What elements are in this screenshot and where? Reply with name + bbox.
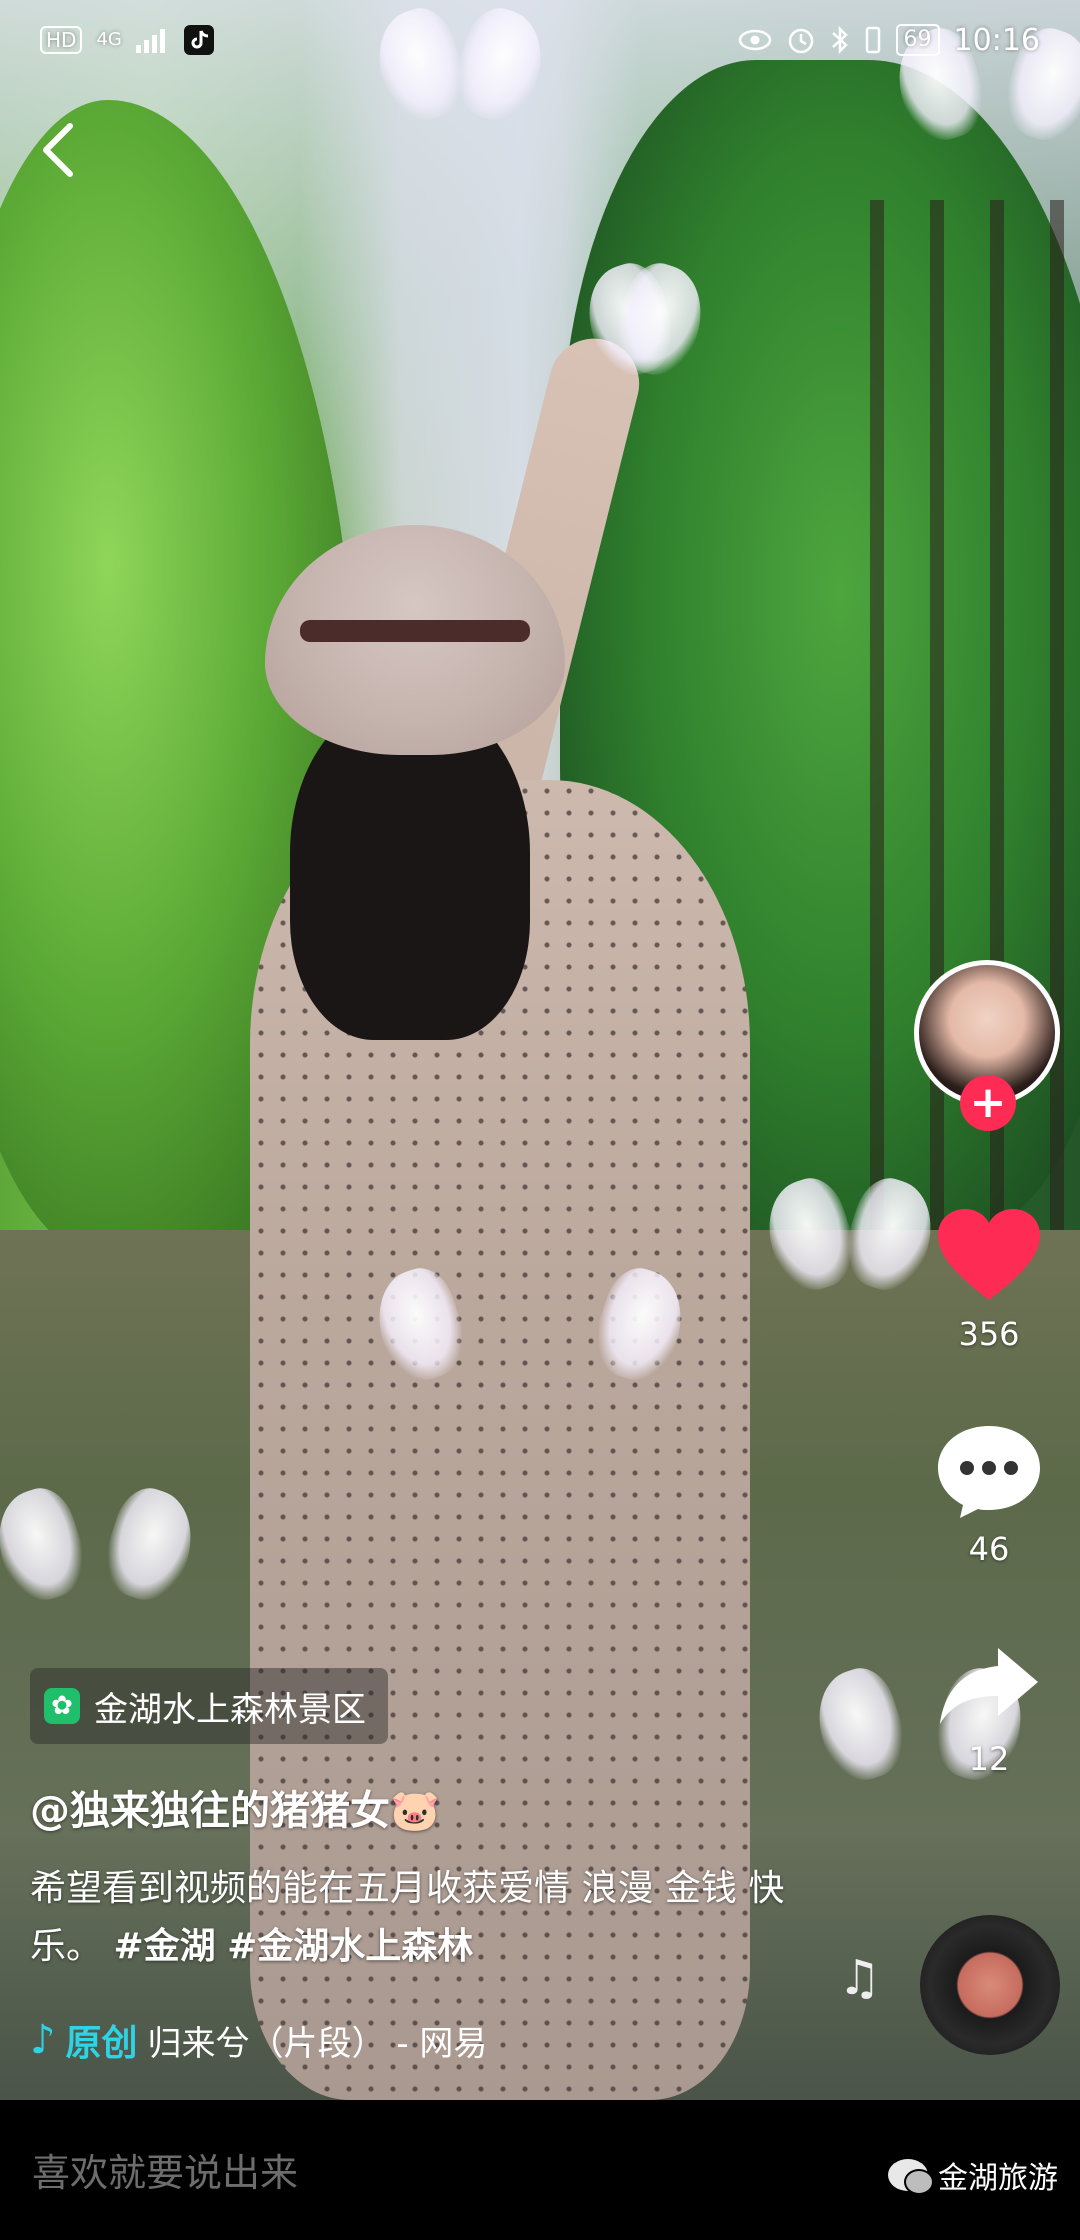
location-tag[interactable]: ✿ 金湖水上森林景区 [30, 1668, 388, 1744]
music-info[interactable]: ♪ 原创 归来兮（片段） - 网易 [30, 2010, 590, 2070]
comment-button[interactable]: 46 [909, 1420, 1069, 1568]
alarm-icon [788, 28, 813, 54]
share-count: 12 [968, 1740, 1010, 1778]
status-bar: HD 4G 69 10:16 [0, 0, 1080, 80]
back-icon [43, 123, 73, 177]
hashtag[interactable]: #金湖 [113, 1926, 215, 1967]
like-count: 356 [958, 1315, 1020, 1353]
signal-icon [135, 29, 165, 53]
network-indicator: 4G [96, 29, 122, 50]
share-arrow-icon [940, 1648, 1038, 1724]
wechat-icon [888, 2159, 934, 2195]
hat-band [300, 620, 530, 642]
clock: 10:16 [953, 22, 1040, 58]
author-handle[interactable]: @独来独往的猪猪女🐷 [30, 1778, 440, 1836]
comment-input[interactable]: 喜欢就要说出来 [32, 2142, 298, 2197]
music-note-icon: ♫ [838, 1950, 882, 2006]
music-disc[interactable] [920, 1915, 1060, 2055]
plus-icon: + [969, 1077, 1007, 1128]
like-button[interactable]: 356 [909, 1205, 1069, 1353]
heart-icon [938, 1209, 1040, 1300]
eye-icon [738, 29, 771, 51]
butterfly-effect [770, 1180, 930, 1290]
bluetooth-icon [831, 25, 848, 55]
location-icon: ✿ [44, 1688, 80, 1724]
butterfly-effect [0, 1490, 190, 1650]
butterfly-effect [380, 1270, 680, 1390]
status-left: HD 4G [40, 25, 214, 55]
tiktok-icon [183, 25, 214, 55]
location-name: 金湖水上森林景区 [94, 1689, 366, 1730]
share-button[interactable]: 12 [909, 1640, 1069, 1778]
comment-bubble-icon [938, 1426, 1040, 1518]
video-description: 希望看到视频的能在五月收获爱情 浪漫 金钱 快乐。 #金湖 #金湖水上森林 [30, 1860, 810, 1976]
vibrate-icon [865, 26, 880, 54]
comment-count: 46 [968, 1530, 1010, 1568]
music-original-label: 原创 [65, 2023, 138, 2064]
battery-level: 69 [895, 24, 940, 56]
back-button[interactable] [38, 120, 98, 200]
butterfly-effect [590, 265, 700, 405]
watermark: 金湖旅游 [888, 2153, 1058, 2197]
music-note-icon: ♪ [30, 2017, 56, 2063]
music-title: 归来兮（片段） - 网易 [147, 2023, 488, 2064]
follow-button[interactable]: + [960, 1075, 1016, 1131]
hd-indicator: HD [40, 26, 83, 54]
hashtag[interactable]: #金湖水上森林 [227, 1926, 473, 1967]
status-right: 69 10:16 [738, 23, 1040, 58]
watermark-text: 金湖旅游 [938, 2161, 1058, 2196]
